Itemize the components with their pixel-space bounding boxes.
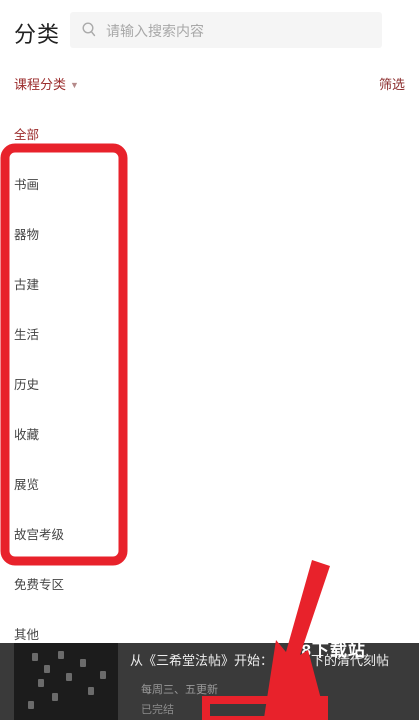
category-item-collection[interactable]: 收藏: [14, 424, 39, 443]
category-item-exhibition[interactable]: 展览: [14, 474, 39, 493]
course-status: 已完结: [141, 704, 174, 716]
header: 分类: [0, 0, 419, 64]
category-item-history[interactable]: 历史: [14, 374, 39, 393]
category-item-free[interactable]: 免费专区: [14, 574, 64, 593]
course-category-label: 课程分类: [14, 77, 67, 92]
search-icon: [82, 22, 96, 37]
category-item-life[interactable]: 生活: [14, 324, 39, 343]
category-item-exam[interactable]: 故宫考级: [14, 524, 64, 543]
chevron-down-icon: ▼: [70, 80, 79, 90]
filter-bar: 课程分类 ▼ 筛选: [0, 70, 419, 94]
filter-button[interactable]: 筛选: [379, 74, 405, 93]
site-watermark: 78下载站: [291, 641, 366, 660]
category-item-artifacts[interactable]: 器物: [14, 224, 39, 243]
page-title: 分类: [14, 22, 61, 47]
category-item-all[interactable]: 全部: [14, 124, 39, 143]
highlight-box: [0, 143, 128, 566]
course-thumbnail: [14, 643, 118, 720]
category-item-other[interactable]: 其他: [14, 624, 39, 643]
search-bar[interactable]: [70, 12, 382, 50]
category-item-architecture[interactable]: 古建: [14, 274, 39, 293]
category-item-painting[interactable]: 书画: [14, 174, 39, 193]
course-schedule: 每周三、五更新: [141, 684, 218, 696]
course-category-dropdown[interactable]: 课程分类 ▼: [14, 74, 79, 93]
annotation-overlay: [0, 143, 330, 720]
search-input[interactable]: [104, 12, 378, 50]
